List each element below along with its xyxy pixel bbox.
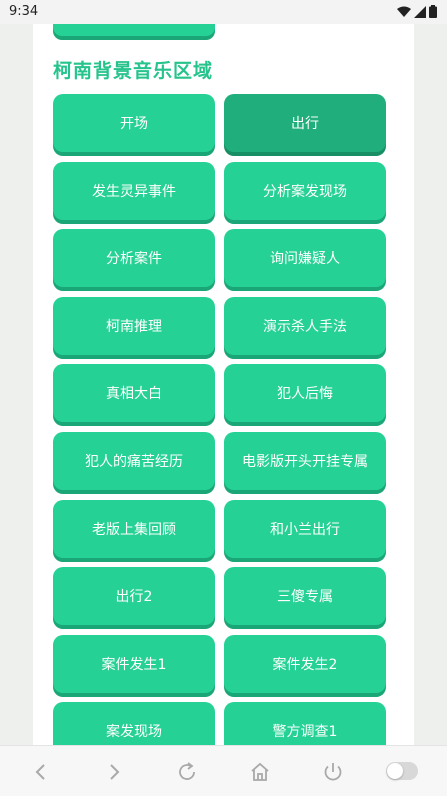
music-button[interactable]: 老版上集回顾 [53, 500, 215, 558]
home-icon[interactable] [248, 760, 272, 784]
page-margin-right [414, 24, 447, 745]
music-panel: 柯南背景音乐区域 开场 出行 发生灵异事件 分析案发现场 分析案件 询问嫌疑人 柯南推理 演示… [33, 24, 414, 745]
wifi-icon [397, 6, 411, 18]
music-button[interactable]: 演示杀人手法 [224, 297, 386, 355]
music-button[interactable]: 案件发生1 [53, 635, 215, 693]
music-button[interactable]: 案件发生2 [224, 635, 386, 693]
music-button[interactable]: 开场 [53, 94, 215, 152]
music-button[interactable]: 犯人后悔 [224, 364, 386, 422]
refresh-icon[interactable] [175, 760, 199, 784]
music-button[interactable]: 和小兰出行 [224, 500, 386, 558]
music-button[interactable]: 柯南推理 [53, 297, 215, 355]
status-bar: 9:34 [0, 0, 447, 24]
previous-section-button[interactable] [53, 24, 215, 36]
music-button[interactable]: 分析案件 [53, 229, 215, 287]
page-margin-left [0, 24, 33, 745]
music-button[interactable]: 真相大白 [53, 364, 215, 422]
forward-icon[interactable] [102, 760, 126, 784]
back-icon[interactable] [29, 760, 53, 784]
music-button[interactable]: 出行 [224, 94, 386, 152]
music-button[interactable]: 询问嫌疑人 [224, 229, 386, 287]
music-button[interactable]: 案发现场 [53, 702, 215, 745]
music-button[interactable]: 犯人的痛苦经历 [53, 432, 215, 490]
cell-signal-icon [414, 5, 426, 18]
music-button[interactable]: 三傻专属 [224, 567, 386, 625]
status-icons [397, 5, 437, 18]
browser-bottom-bar [0, 745, 447, 796]
music-button[interactable]: 电影版开头开挂专属 [224, 432, 386, 490]
music-button[interactable]: 分析案发现场 [224, 162, 386, 220]
section-title: 柯南背景音乐区域 [53, 60, 214, 82]
power-icon[interactable] [321, 760, 345, 784]
battery-icon [429, 5, 437, 18]
toggle-switch[interactable] [386, 762, 418, 780]
music-button[interactable]: 出行2 [53, 567, 215, 625]
toggle-knob [387, 763, 403, 779]
status-time: 9:34 [9, 4, 39, 19]
music-button[interactable]: 警方调查1 [224, 702, 386, 745]
music-button[interactable]: 发生灵异事件 [53, 162, 215, 220]
